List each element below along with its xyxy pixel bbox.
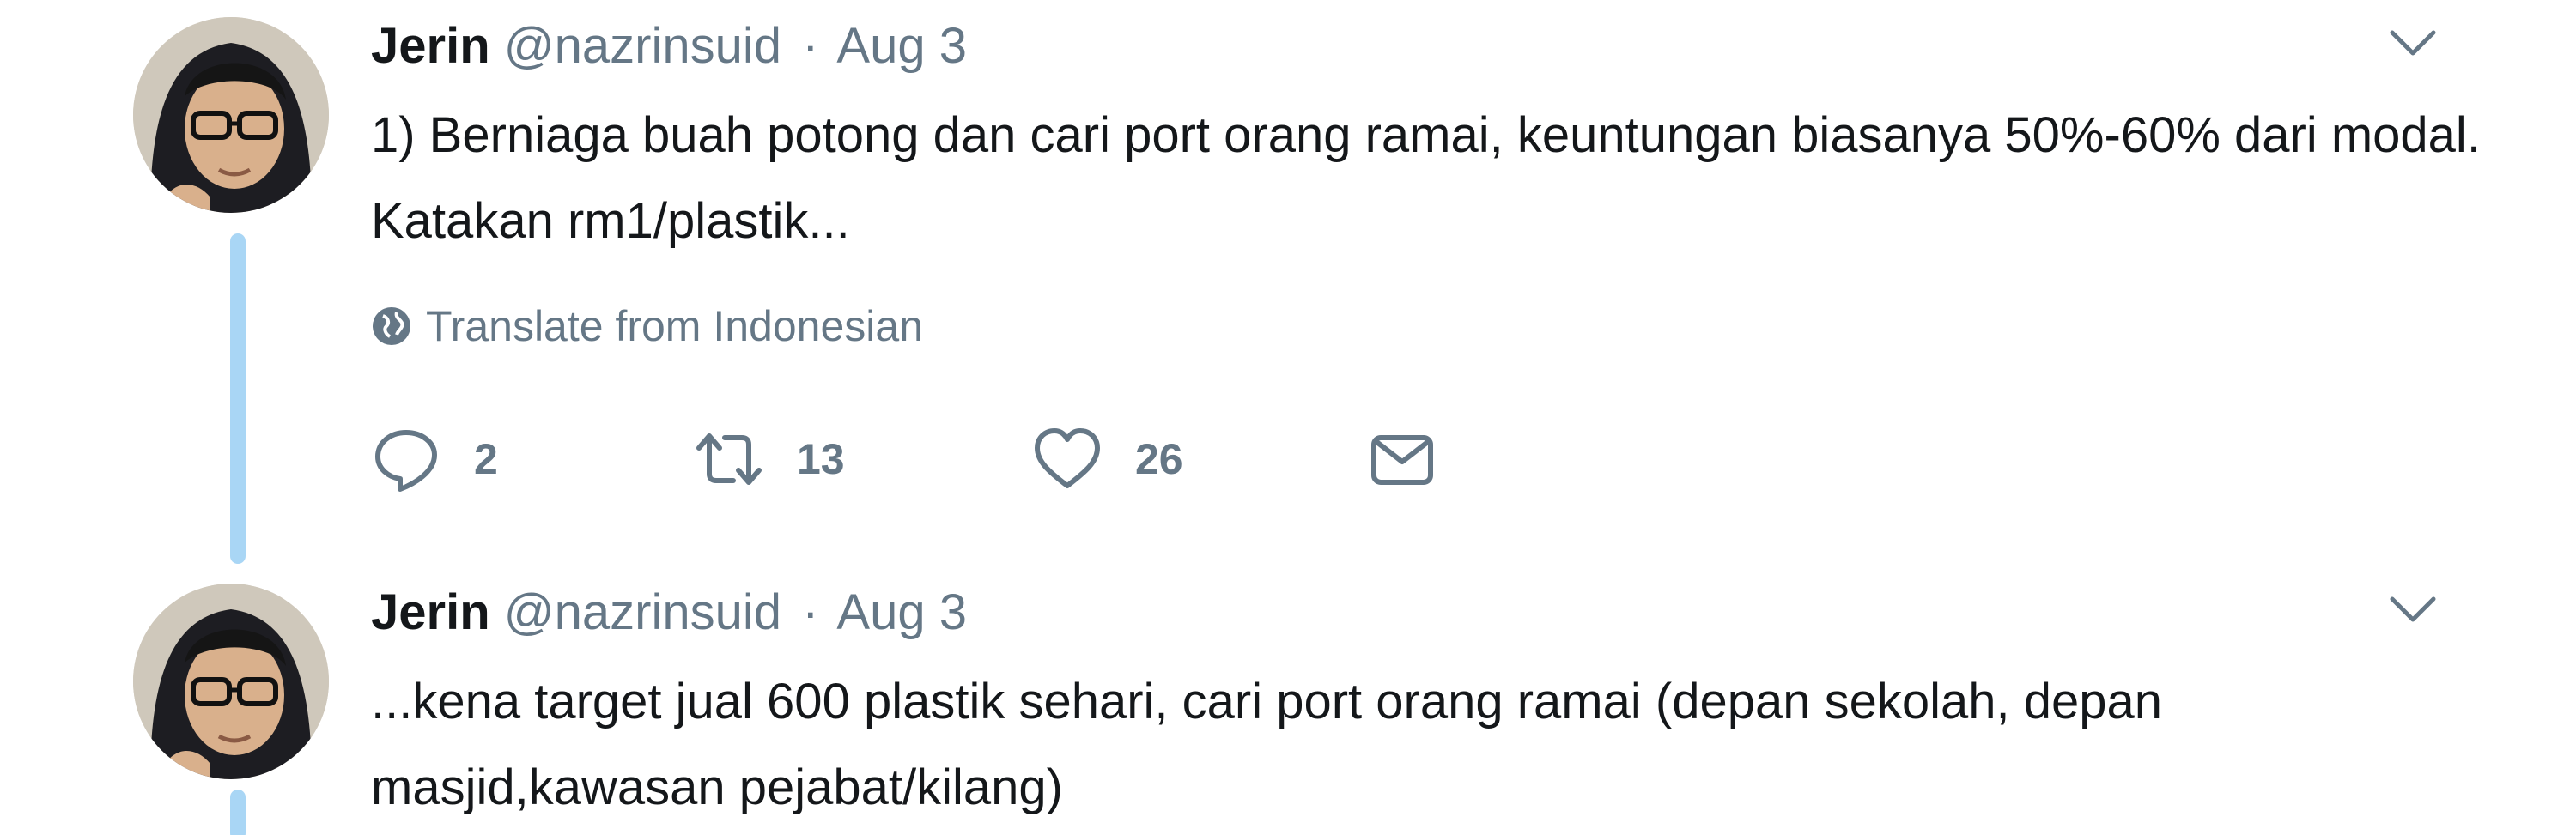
globe-icon <box>373 307 410 345</box>
author-handle[interactable]: @nazrinsuid <box>504 584 781 640</box>
avatar-photo <box>133 584 329 779</box>
retweet-count: 13 <box>797 435 845 483</box>
envelope-icon <box>1371 435 1433 485</box>
tweet-text: 1) Berniaga buah potong dan cari port or… <box>371 107 2481 249</box>
heart-icon <box>1035 428 1100 488</box>
avatar-photo <box>133 17 329 213</box>
translate-link[interactable]: Translate from Indonesian <box>371 296 923 356</box>
like-button[interactable]: 26 <box>1032 421 1183 498</box>
tweet[interactable]: Jerin @nazrinsuid · Aug 3 ...kena target… <box>0 566 2576 835</box>
author-name[interactable]: Jerin <box>371 18 490 74</box>
author-name[interactable]: Jerin <box>371 584 490 640</box>
reply-button[interactable]: 2 <box>371 421 498 498</box>
retweet-button[interactable]: 13 <box>694 421 845 498</box>
tweet-thread: Jerin @nazrinsuid · Aug 3 1) Berniaga bu… <box>0 0 2576 835</box>
tweet-header: Jerin @nazrinsuid · Aug 3 <box>371 578 967 647</box>
direct-message-button[interactable] <box>1367 421 1437 498</box>
separator-dot: · <box>802 584 819 640</box>
tweet-date[interactable]: Aug 3 <box>836 584 967 640</box>
chevron-down-icon[interactable] <box>2387 26 2439 60</box>
translate-label[interactable]: Translate from Indonesian <box>426 296 923 356</box>
like-count: 26 <box>1135 435 1183 483</box>
author-handle[interactable]: @nazrinsuid <box>504 18 781 74</box>
avatar[interactable] <box>133 584 329 779</box>
tweet-date[interactable]: Aug 3 <box>836 18 967 74</box>
tweet-header: Jerin @nazrinsuid · Aug 3 <box>371 12 967 81</box>
tweet-text: ...kena target jual 600 plastik sehari, … <box>371 674 2163 815</box>
reply-icon <box>375 430 437 492</box>
chevron-down-icon[interactable] <box>2387 592 2439 626</box>
tweet-actions: 2 13 26 <box>371 421 1573 498</box>
reply-count: 2 <box>474 435 498 483</box>
tweet[interactable]: Jerin @nazrinsuid · Aug 3 1) Berniaga bu… <box>0 0 2576 558</box>
separator-dot: · <box>802 18 819 74</box>
avatar[interactable] <box>133 17 329 213</box>
retweet-icon <box>696 433 762 485</box>
